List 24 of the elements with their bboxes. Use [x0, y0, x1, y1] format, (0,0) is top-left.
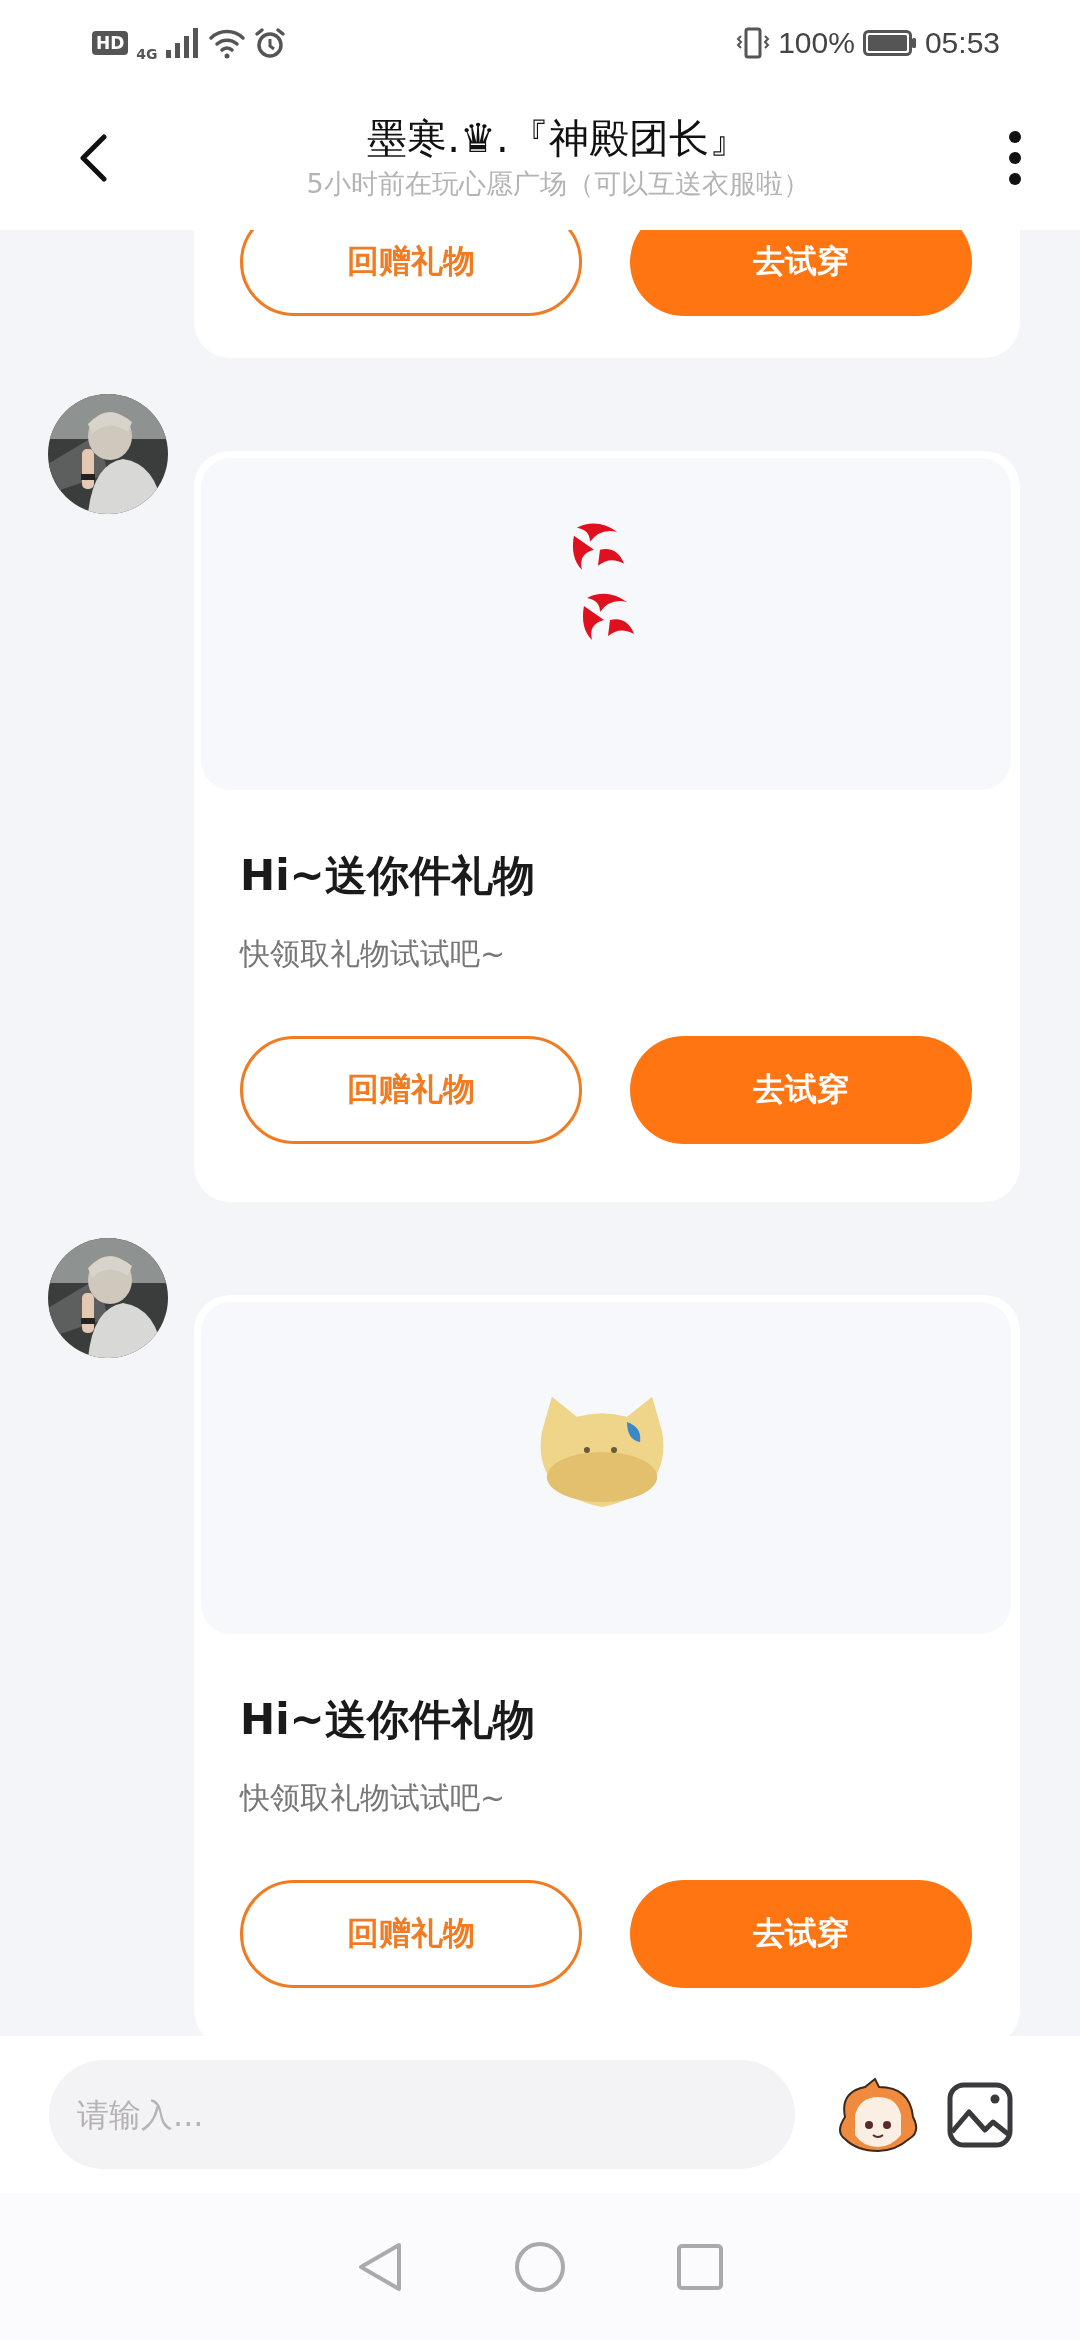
back-icon[interactable]: [78, 133, 108, 182]
signal-icon: [165, 27, 200, 58]
try-on-button[interactable]: 去试穿: [630, 1036, 972, 1144]
chat-subtitle: 5小时前在玩心愿广场（可以互送衣服啦）: [306, 166, 810, 201]
try-on-button[interactable]: 去试穿: [630, 1880, 972, 1988]
battery-icon: [862, 29, 917, 56]
gift-title: Hi~送你件礼物: [240, 850, 536, 902]
return-gift-button[interactable]: 回赠礼物: [240, 1036, 582, 1144]
gift-message: 快领取礼物试试吧~: [240, 935, 507, 973]
clock: 05:53: [924, 25, 1000, 60]
more-icon[interactable]: [1008, 129, 1022, 186]
return-gift-button[interactable]: 回赠礼物: [240, 230, 582, 316]
return-gift-button[interactable]: 回赠礼物: [240, 1880, 582, 1988]
gift-message: 快领取礼物试试吧~: [240, 1779, 507, 1817]
gift-title: Hi~送你件礼物: [240, 1694, 536, 1746]
message-input[interactable]: 请输入...: [49, 2060, 795, 2169]
chat-title: 墨寒.♛.『神殿团长』: [367, 113, 749, 163]
battery-percent: 100%: [778, 25, 855, 60]
image-icon[interactable]: [947, 2081, 1013, 2148]
vibrate-icon: [736, 25, 771, 60]
alarm-icon: [253, 26, 286, 59]
try-on-button[interactable]: 去试穿: [630, 230, 972, 316]
hd-badge: HD: [92, 30, 129, 55]
network-type: 4G: [136, 45, 158, 62]
